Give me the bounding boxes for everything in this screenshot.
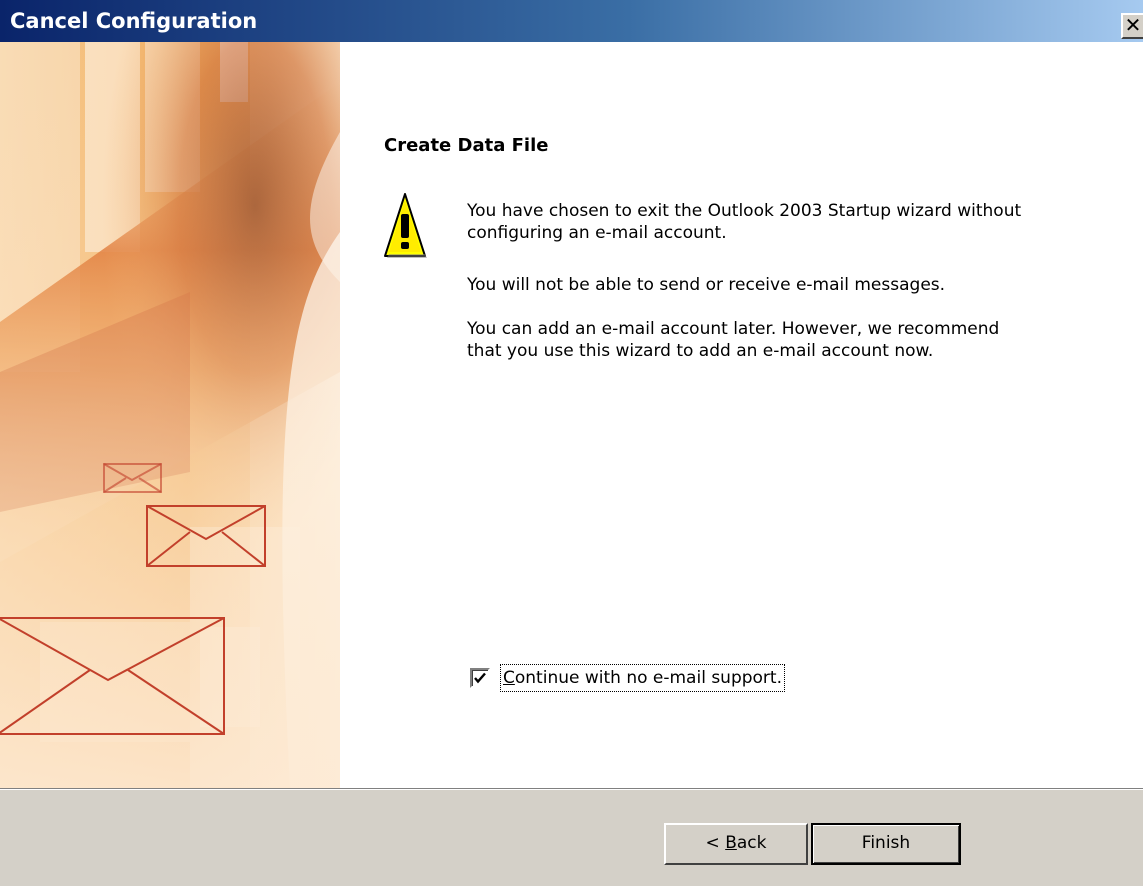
checkmark-icon [474, 672, 486, 684]
accelerator-key: C [503, 668, 515, 688]
checkbox-label-text: ontinue with no e-mail support. [514, 668, 782, 688]
back-button[interactable]: < Back [664, 823, 808, 865]
wizard-window: Cancel Configuration ✕ Create Data File … [0, 0, 1143, 886]
button-divider [0, 788, 1143, 790]
side-banner-art [0, 42, 340, 788]
continue-no-email-checkbox[interactable] [470, 668, 490, 688]
page-heading: Create Data File [384, 135, 549, 156]
message-exit-wizard: You have chosen to exit the Outlook 2003… [467, 201, 1022, 243]
back-accelerator: B [725, 833, 737, 853]
title-bar[interactable]: Cancel Configuration ✕ [0, 0, 1143, 42]
message-no-email: You will not be able to send or receive … [467, 275, 946, 295]
close-icon: ✕ [1124, 13, 1142, 37]
close-button[interactable]: ✕ [1121, 13, 1143, 39]
window-title: Cancel Configuration [10, 9, 258, 33]
back-label-rest: ack [736, 833, 767, 853]
warning-icon [383, 192, 427, 258]
message-add-later: You can add an e-mail account later. How… [467, 319, 1000, 361]
finish-button[interactable]: Finish [811, 823, 961, 865]
continue-no-email-label[interactable]: Continue with no e-mail support. [500, 664, 785, 692]
back-prefix: < [705, 833, 726, 853]
